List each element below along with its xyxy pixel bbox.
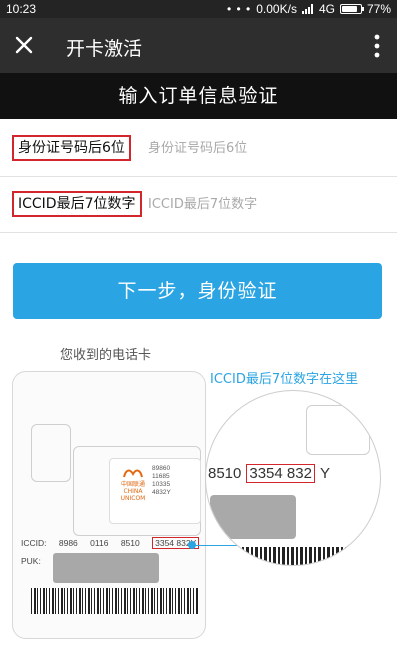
more-vertical-icon[interactable] (369, 32, 385, 60)
battery-level: 77% (366, 2, 391, 16)
network-type: 4G (318, 2, 335, 16)
card-cutout (31, 424, 71, 482)
status-bar: 10:23 • • • 0.00K/s 4G 77% (0, 0, 397, 18)
status-indicators: • • • 0.00K/s 4G 77% (227, 2, 391, 16)
zoom-scratch-area (210, 495, 296, 539)
close-icon[interactable] (12, 33, 36, 57)
card-caption: 您收到的电话卡 (60, 348, 152, 363)
puk-scratch-area (53, 553, 159, 583)
zoom-iccid-prefix: 8510 (208, 465, 242, 482)
zoom-iccid-number: 8510 3354 832 Y (208, 464, 335, 483)
zoom-magnifier: 8510 3354 832 Y (205, 390, 381, 566)
notification-dots: • • • (226, 2, 252, 16)
signal-icon (301, 4, 314, 14)
zoom-cutout (306, 405, 370, 455)
iccid-row: ICCID最后7位数字 (0, 177, 397, 233)
id-number-label: 身份证号码后6位 (12, 135, 131, 161)
zoom-barcode (206, 547, 380, 565)
chip-codes: 89860 11685 10335 4832Y (152, 465, 171, 496)
zoom-iccid-highlight: 3354 832 (246, 464, 315, 483)
zoom-caption: ICCID最后7位数字在这里 (210, 372, 359, 387)
iccid-label: ICCID最后7位数字 (12, 191, 142, 217)
iccid-input[interactable] (148, 191, 388, 217)
id-number-input[interactable] (148, 135, 388, 161)
status-time: 10:23 (6, 2, 37, 16)
card-iccid-part: 0116 (90, 538, 109, 548)
sim-card-illustration: 中国联通 CHINA UNICOM 89860 11685 10335 4832… (12, 371, 206, 639)
section-banner: 输入订单信息验证 (0, 73, 397, 119)
card-barcode (31, 588, 199, 614)
card-iccid-part: 8510 (120, 538, 140, 548)
page-title: 开卡激活 (66, 38, 143, 60)
id-number-row: 身份证号码后6位 (0, 121, 397, 177)
zoom-iccid-suffix: Y (319, 465, 330, 482)
sim-chip: 中国联通 CHINA UNICOM 89860 11685 10335 4832… (109, 458, 201, 524)
card-iccid-part: 8986 (58, 538, 78, 548)
card-iccid-line: ICCID: 8986 0116 8510 3354 832Y (21, 537, 209, 549)
pointer-dot (188, 541, 196, 549)
app-bar: 开卡激活 (0, 18, 397, 73)
next-step-button[interactable]: 下一步，身份验证 (13, 263, 382, 319)
network-speed: 0.00K/s (256, 2, 297, 16)
card-puk-label: PUK: (21, 556, 41, 566)
unicom-logo: 中国联通 CHINA UNICOM (118, 467, 148, 502)
battery-icon (339, 4, 364, 14)
card-iccid-label: ICCID: (21, 538, 47, 548)
